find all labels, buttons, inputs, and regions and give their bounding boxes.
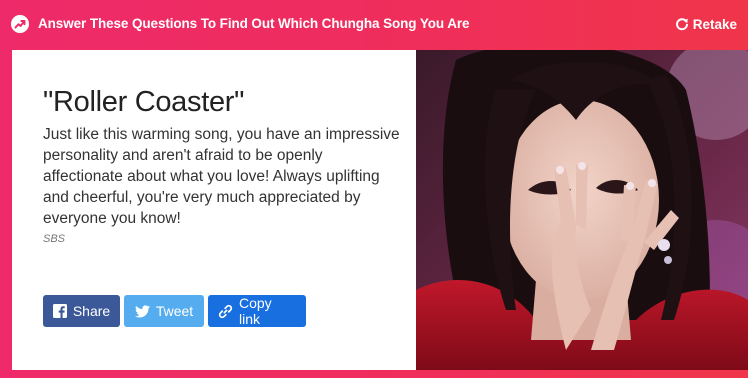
result-photo [416,50,748,370]
retake-button[interactable]: Retake [675,15,737,33]
image-credit: SBS [43,233,66,245]
quiz-title: Answer These Questions To Find Out Which… [38,16,470,31]
share-buttons: Share Tweet Copy link [43,295,306,327]
retake-label: Retake [692,16,737,32]
twitter-bird-icon [134,304,150,318]
result-card: "Roller Coaster" Just like this warming … [12,50,416,370]
copy-link-button[interactable]: Copy link [208,295,306,327]
facebook-share-button[interactable]: Share [43,295,120,327]
trending-arrow-icon [11,15,29,33]
performer-photo-illustration [416,50,748,370]
result-title: "Roller Coaster" [43,86,245,118]
refresh-icon [675,17,689,31]
twitter-share-label: Tweet [155,303,194,319]
twitter-share-button[interactable]: Tweet [124,295,204,327]
quiz-header: Answer These Questions To Find Out Which… [0,0,748,50]
facebook-icon [52,304,67,318]
copy-link-label: Copy link [239,295,272,327]
facebook-share-label: Share [72,303,111,319]
link-icon [218,304,233,319]
result-description: Just like this warming song, you have an… [43,126,400,227]
